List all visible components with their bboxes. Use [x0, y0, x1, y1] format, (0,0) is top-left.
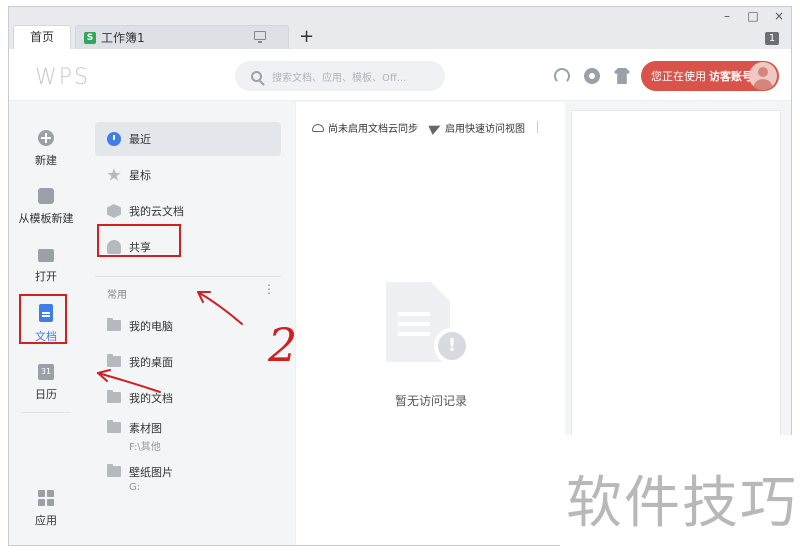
arrow-head-shared	[197, 291, 211, 303]
watermark-text: 软件技巧	[566, 471, 798, 536]
arrow-to-documents	[97, 372, 161, 393]
arrow-to-shared	[197, 291, 243, 325]
